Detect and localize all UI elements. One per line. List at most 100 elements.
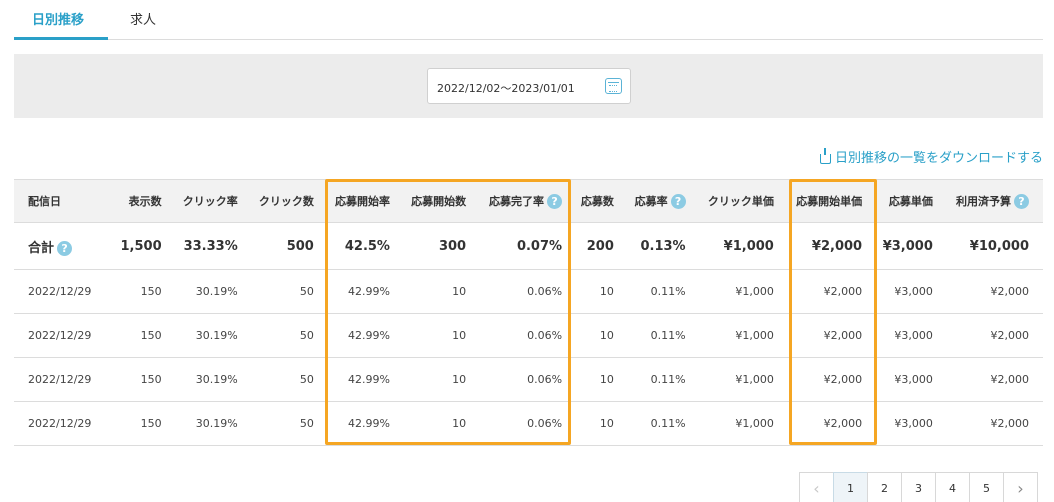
download-link-label: 日別推移の一覧をダウンロードする (834, 151, 1043, 166)
table-row: 2022/12/29 150 30.19% 50 42.99% 10 0.06%… (14, 401, 1043, 446)
download-link[interactable]: 日別推移の一覧をダウンロードする (819, 147, 1043, 166)
col-cost-per-click: クリック単価 (699, 179, 788, 223)
table-cell: 2022/12/29 (14, 313, 115, 358)
total-cell: ¥10,000 (946, 222, 1043, 270)
calendar-icon[interactable] (605, 78, 622, 94)
total-cell: 42.5% (327, 222, 404, 270)
table-cell: ¥2,000 (787, 269, 877, 314)
table-row: 2022/12/29 150 30.19% 50 42.99% 10 0.06%… (14, 269, 1043, 314)
total-label: 合計 (28, 240, 55, 256)
table-cell: ¥1,000 (699, 313, 788, 358)
table-cell: 2022/12/29 (14, 269, 115, 314)
help-icon[interactable]: ? (57, 240, 73, 256)
date-range-picker[interactable]: 2022/12/02〜2023/01/01 (427, 68, 631, 104)
table-cell: 150 (114, 401, 176, 446)
table-cell: 0.06% (480, 401, 577, 446)
page-button-4[interactable]: 4 (935, 472, 970, 502)
table-cell: 30.19% (175, 313, 252, 358)
filter-bar: 2022/12/02〜2023/01/01 (14, 54, 1043, 118)
table-cell: 0.06% (480, 269, 577, 314)
table-cell: 10 (403, 401, 481, 446)
table-row: 2022/12/29 150 30.19% 50 42.99% 10 0.06%… (14, 313, 1043, 358)
table-cell: 50 (251, 401, 328, 446)
table-cell: ¥1,000 (699, 401, 788, 446)
col-apply-starts: 応募開始数 (403, 179, 481, 223)
table-cell: 10 (576, 313, 628, 358)
col-label: 応募率 (634, 194, 668, 208)
col-cost-per-application: 応募単価 (876, 179, 947, 223)
page-button-1[interactable]: 1 (833, 472, 868, 502)
table-cell: 42.99% (327, 401, 404, 446)
table-cell: 42.99% (327, 269, 404, 314)
col-delivery-date: 配信日 (14, 179, 115, 223)
table-cell: 0.11% (627, 357, 700, 402)
table-cell: 0.11% (627, 401, 700, 446)
total-row: 合計? 1,500 33.33% 500 42.5% 300 0.07% 200… (14, 222, 1043, 270)
total-cell: ¥2,000 (787, 222, 877, 270)
col-applications: 応募数 (576, 179, 628, 223)
help-icon[interactable]: ? (1014, 194, 1029, 210)
table-cell: 50 (251, 269, 328, 314)
table-cell: ¥3,000 (876, 313, 947, 358)
table-cell: 150 (114, 313, 176, 358)
total-cell: ¥3,000 (876, 222, 947, 270)
total-cell: ¥1,000 (699, 222, 788, 270)
page-button-2[interactable]: 2 (867, 472, 902, 502)
table-cell: ¥1,000 (699, 269, 788, 314)
tab-jobs[interactable]: 求人 (130, 9, 156, 28)
table-cell: 30.19% (175, 401, 252, 446)
table-cell: ¥3,000 (876, 357, 947, 402)
download-icon (819, 147, 831, 164)
table-cell: 10 (576, 357, 628, 402)
table-cell: 150 (114, 269, 176, 314)
active-tab-indicator (14, 37, 108, 40)
help-icon[interactable]: ? (670, 194, 686, 210)
tab-bar: 日別推移 求人 (14, 0, 1043, 40)
table-cell: 0.06% (480, 357, 577, 402)
table-cell: ¥2,000 (787, 357, 877, 402)
help-icon[interactable]: ? (547, 194, 563, 210)
total-cell: 200 (576, 222, 628, 270)
table-cell: 150 (114, 357, 176, 402)
table-cell: ¥2,000 (946, 401, 1043, 446)
table-cell: 10 (403, 269, 481, 314)
total-cell: 0.13% (627, 222, 700, 270)
table-cell: 10 (576, 401, 628, 446)
page-button-3[interactable]: 3 (901, 472, 936, 502)
table-cell: 2022/12/29 (14, 357, 115, 402)
table-cell: 30.19% (175, 269, 252, 314)
table-cell: ¥2,000 (946, 357, 1043, 402)
total-cell: 1,500 (114, 222, 176, 270)
tab-daily-trend[interactable]: 日別推移 (32, 9, 84, 28)
total-cell: 300 (403, 222, 481, 270)
total-cell: 500 (251, 222, 328, 270)
date-range-value: 2022/12/02〜2023/01/01 (437, 82, 575, 95)
col-label: 応募完了率 (489, 194, 545, 208)
col-cost-per-apply-start: 応募開始単価 (787, 179, 877, 223)
table-cell: ¥1,000 (699, 357, 788, 402)
table-cell: 0.06% (480, 313, 577, 358)
col-label: 利用済予算 (956, 194, 1011, 208)
col-apply-rate: 応募率? (627, 179, 700, 223)
page-button-5[interactable]: 5 (969, 472, 1004, 502)
prev-page-button[interactable]: ‹ (799, 472, 834, 502)
table-cell: 0.11% (627, 313, 700, 358)
table-cell: 2022/12/29 (14, 401, 115, 446)
total-cell: 33.33% (175, 222, 252, 270)
table-cell: ¥2,000 (946, 269, 1043, 314)
col-apply-complete-rate: 応募完了率? (480, 179, 577, 223)
table-cell: 30.19% (175, 357, 252, 402)
table-header-row: 配信日 表示数 クリック率 クリック数 応募開始率 応募開始数 応募完了率? 応… (14, 179, 1043, 223)
table-cell: 10 (403, 357, 481, 402)
table-cell: 0.11% (627, 269, 700, 314)
col-clicks: クリック数 (251, 179, 328, 223)
table-cell: ¥2,000 (787, 313, 877, 358)
daily-trend-table: 配信日 表示数 クリック率 クリック数 応募開始率 応募開始数 応募完了率? 応… (14, 179, 1043, 446)
table-row: 2022/12/29 150 30.19% 50 42.99% 10 0.06%… (14, 357, 1043, 402)
total-cell: 0.07% (480, 222, 577, 270)
table-cell: 42.99% (327, 357, 404, 402)
table-cell: ¥2,000 (946, 313, 1043, 358)
total-label-cell: 合計? (14, 222, 115, 270)
table-cell: 10 (576, 269, 628, 314)
next-page-button[interactable]: › (1003, 472, 1038, 502)
